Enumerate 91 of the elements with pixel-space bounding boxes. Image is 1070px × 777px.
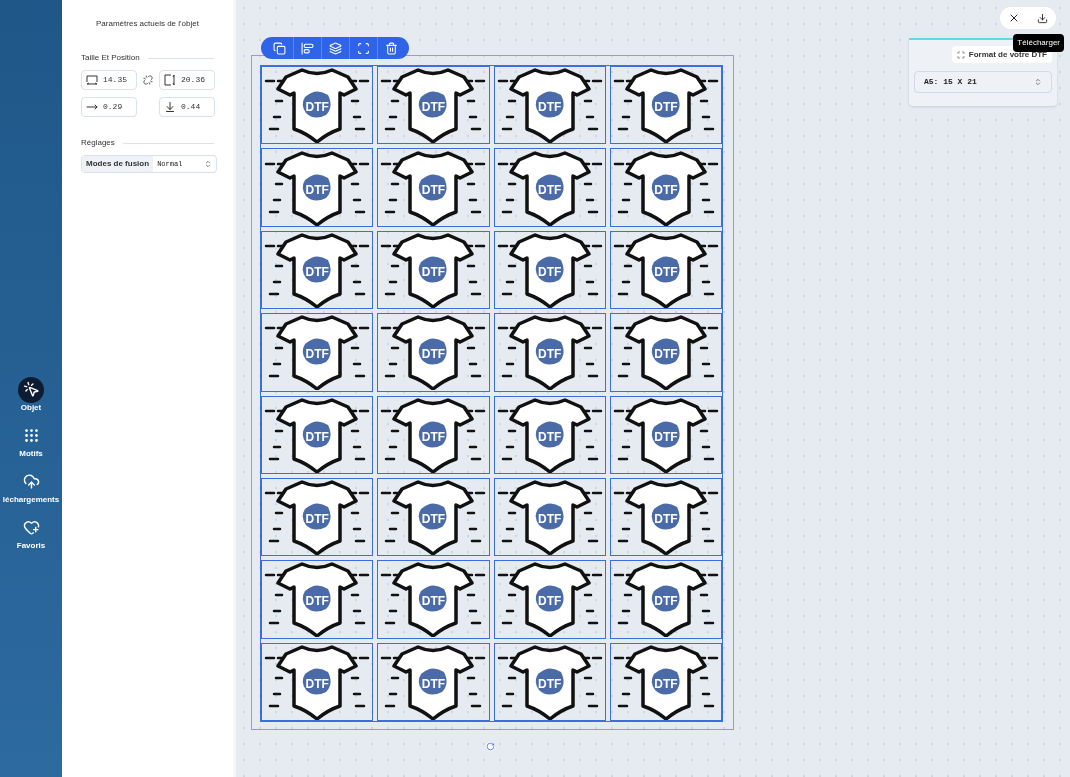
design-tile[interactable]: DTF bbox=[377, 66, 490, 145]
design-tile[interactable]: DTF bbox=[261, 66, 374, 145]
shirt-print-label: DTF bbox=[654, 677, 678, 690]
shirt-print-label: DTF bbox=[305, 348, 329, 361]
shirt-print-label: DTF bbox=[654, 348, 678, 361]
design-tile[interactable]: DTF bbox=[261, 477, 374, 557]
design-tile[interactable]: DTF bbox=[377, 642, 490, 721]
design-tile[interactable]: DTF bbox=[609, 395, 722, 474]
design-tile[interactable]: DTF bbox=[493, 313, 606, 392]
design-tile[interactable]: DTF bbox=[609, 66, 722, 145]
shirt-print-label: DTF bbox=[537, 265, 562, 278]
shirt-print-label: DTF bbox=[421, 348, 446, 361]
design-tile[interactable]: DTF bbox=[493, 66, 606, 145]
shirt-print-label: DTF bbox=[537, 430, 562, 443]
shirt-print-label: DTF bbox=[421, 183, 446, 196]
design-tile[interactable]: DTF bbox=[261, 560, 374, 639]
shirt-print-label: DTF bbox=[421, 677, 446, 690]
format-select[interactable]: A5: 15 X 21 bbox=[914, 71, 1052, 93]
design-tile[interactable]: DTF bbox=[609, 230, 722, 310]
shirt-print-label: DTF bbox=[305, 265, 329, 278]
shirt-print-label: DTF bbox=[305, 183, 329, 196]
height-icon bbox=[164, 74, 176, 86]
design-tile[interactable]: DTF bbox=[261, 313, 374, 392]
design-tile[interactable]: DTF bbox=[493, 230, 606, 310]
design-tile[interactable]: DTF bbox=[493, 642, 606, 721]
width-icon bbox=[86, 74, 98, 86]
shirt-print-label: DTF bbox=[305, 513, 329, 526]
chevron-icon bbox=[1034, 78, 1042, 86]
chevron-icon bbox=[204, 160, 212, 168]
design-tile[interactable]: DTF bbox=[377, 395, 490, 474]
link-icon[interactable] bbox=[143, 75, 153, 85]
design-tile[interactable]: DTF bbox=[377, 230, 490, 310]
shirt-print-label: DTF bbox=[421, 265, 446, 278]
close-icon bbox=[1008, 12, 1020, 24]
design-tile[interactable]: DTF bbox=[377, 148, 490, 227]
shirt-print-label: DTF bbox=[537, 101, 562, 114]
design-tile[interactable]: DTF bbox=[261, 148, 374, 227]
sidebar-item[interactable]: léchargements bbox=[0, 468, 62, 505]
cloud-upload-icon bbox=[22, 473, 40, 490]
shirt-print-label: DTF bbox=[421, 430, 446, 443]
shirt-print-label: DTF bbox=[654, 101, 678, 114]
tooltip: Télécharger bbox=[1013, 34, 1064, 52]
cursor-icon bbox=[22, 381, 40, 398]
design-tile[interactable]: DTF bbox=[377, 477, 490, 557]
design-tile[interactable]: DTF bbox=[493, 560, 606, 639]
number-field[interactable]: 0.29 bbox=[81, 97, 137, 117]
shirt-print-label: DTF bbox=[537, 513, 562, 526]
shirt-print-label: DTF bbox=[537, 183, 562, 196]
section-title: Réglages bbox=[81, 137, 115, 149]
shirt-print-label: DTF bbox=[654, 265, 678, 278]
shirt-print-label: DTF bbox=[654, 595, 678, 608]
design-tile[interactable]: DTF bbox=[261, 642, 374, 721]
design-tile[interactable]: DTF bbox=[493, 148, 606, 227]
shirt-print-label: DTF bbox=[537, 677, 562, 690]
shirt-print-label: DTF bbox=[305, 595, 329, 608]
design-tile[interactable]: DTF bbox=[609, 477, 722, 557]
design-tile[interactable]: DTF bbox=[261, 395, 374, 474]
design-tile[interactable]: DTF bbox=[609, 148, 722, 227]
design-tile[interactable]: DTF bbox=[493, 395, 606, 474]
shirt-print-label: DTF bbox=[421, 595, 446, 608]
design-tile[interactable]: DTF bbox=[609, 560, 722, 639]
number-field[interactable]: 20.36 bbox=[159, 70, 215, 90]
shirt-print-label: DTF bbox=[305, 101, 329, 114]
design-tile[interactable]: DTF bbox=[609, 313, 722, 392]
panel-title: Paramètres actuels de l'objet bbox=[95, 18, 200, 30]
frame-icon bbox=[956, 50, 965, 59]
design-tile[interactable]: DTF bbox=[261, 230, 374, 310]
design-tile[interactable]: DTF bbox=[609, 642, 722, 721]
shirt-print-label: DTF bbox=[654, 513, 678, 526]
number-field[interactable]: 14.35 bbox=[81, 70, 137, 90]
shirt-print-label: DTF bbox=[654, 430, 678, 443]
sidebar-item[interactable]: Favoris bbox=[0, 514, 62, 551]
sidebar-item[interactable]: Motifs bbox=[0, 422, 62, 459]
rotate-handle-icon[interactable] bbox=[486, 742, 495, 751]
shirt-print-label: DTF bbox=[305, 430, 329, 443]
sidebar-item[interactable]: Objet bbox=[0, 376, 62, 413]
shirt-print-label: DTF bbox=[654, 183, 678, 196]
design-tile[interactable]: DTF bbox=[377, 313, 490, 392]
design-tile[interactable]: DTF bbox=[377, 560, 490, 639]
shirt-print-label: DTF bbox=[421, 513, 446, 526]
position-y-icon bbox=[164, 101, 176, 113]
section-title: Taille Et Position bbox=[81, 52, 140, 64]
dots-grid-icon bbox=[22, 427, 40, 444]
download-icon bbox=[1036, 12, 1048, 24]
number-field[interactable]: 0.44 bbox=[159, 97, 215, 117]
shirt-print-label: DTF bbox=[537, 595, 562, 608]
shirt-print-label: DTF bbox=[537, 348, 562, 361]
shirt-print-label: DTF bbox=[305, 677, 329, 690]
design-tile[interactable]: DTF bbox=[493, 477, 606, 557]
heart-plus-icon bbox=[22, 519, 40, 536]
shirt-print-label: DTF bbox=[421, 101, 446, 114]
